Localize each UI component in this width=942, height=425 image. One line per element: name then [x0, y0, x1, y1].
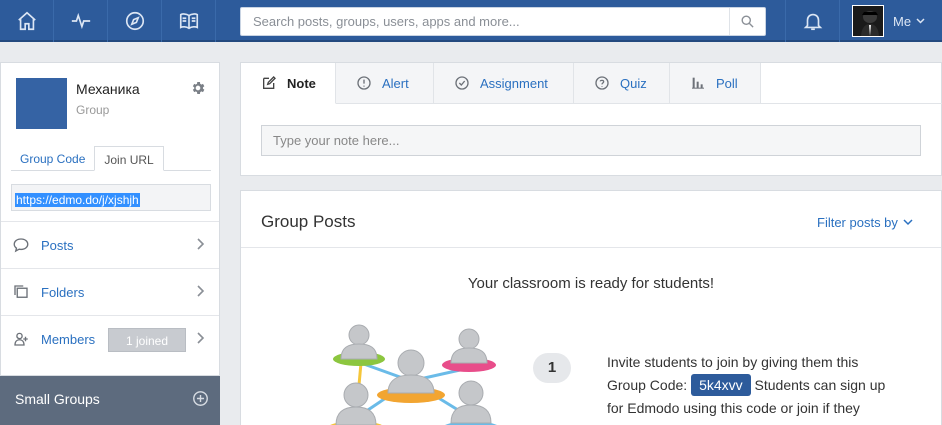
joined-count-badge: 1 joined [108, 328, 186, 352]
sidebar-item-posts[interactable]: Posts [1, 221, 219, 268]
composer-tabs: Note Alert Assignment Quiz Poll [241, 63, 761, 104]
tab-label: Quiz [620, 75, 647, 91]
members-icon [1, 330, 41, 348]
invite-instructions: Invite students to join by giving them t… [607, 351, 887, 425]
students-network-illustration [330, 324, 497, 425]
tab-assignment[interactable]: Assignment [434, 63, 574, 104]
avatar [852, 5, 884, 37]
search-box [240, 7, 766, 36]
note-edit-icon [263, 76, 276, 89]
chevron-down-icon [903, 219, 913, 226]
tab-label: Assignment [480, 75, 548, 91]
sidebar-item-members[interactable]: Members 1 joined [1, 315, 219, 362]
sidebar-item-label: Members [41, 331, 96, 347]
gear-icon[interactable] [190, 80, 206, 96]
search-icon[interactable] [729, 8, 765, 35]
sidebar-item-label: Posts [41, 237, 74, 253]
speech-bubble-icon [1, 236, 41, 254]
add-circle-icon[interactable] [192, 390, 209, 407]
group-sidebar: Механика Group Group Code Join URL https… [0, 62, 220, 376]
tab-quiz[interactable]: Quiz [574, 63, 670, 104]
filter-label: Filter posts by [817, 215, 898, 230]
sidebar-item-label: Folders [41, 284, 85, 300]
compass-icon[interactable] [108, 0, 162, 42]
code-tabs: Group Code Join URL [11, 146, 211, 171]
chevron-right-icon [197, 332, 205, 344]
me-label[interactable]: Me [893, 14, 911, 29]
chevron-right-icon [197, 238, 205, 250]
tab-join-url[interactable]: Join URL [94, 146, 164, 171]
alert-icon [357, 76, 371, 90]
tab-alert[interactable]: Alert [336, 63, 434, 104]
step-number: 1 [533, 353, 571, 383]
check-circle-icon [455, 76, 469, 90]
note-input[interactable] [261, 125, 921, 156]
book-icon[interactable] [162, 0, 216, 42]
home-icon[interactable] [0, 0, 54, 42]
post-composer: Note Alert Assignment Quiz Poll [240, 62, 942, 176]
group-posts-panel: Group Posts Filter posts by Your classro… [240, 190, 942, 425]
chevron-right-icon [197, 285, 205, 297]
panel-title: Group Posts [261, 212, 356, 231]
top-navigation-bar: Me [0, 0, 942, 42]
tab-label: Note [287, 75, 316, 91]
tab-poll[interactable]: Poll [670, 63, 761, 104]
search-input[interactable] [241, 8, 725, 35]
classroom-ready-message: Your classroom is ready for students! [467, 275, 715, 292]
divider [241, 247, 941, 248]
small-groups-header[interactable]: Small Groups [0, 376, 220, 425]
activity-icon[interactable] [54, 0, 108, 42]
join-url-text[interactable]: https://edmo.do/j/xjshjh [15, 193, 140, 207]
small-groups-label: Small Groups [15, 391, 100, 407]
tab-note[interactable]: Note [241, 63, 336, 104]
sidebar-item-folders[interactable]: Folders [1, 268, 219, 315]
join-url-field[interactable]: https://edmo.do/j/xjshjh [11, 184, 211, 211]
folders-icon [1, 283, 41, 301]
group-type: Group [76, 103, 110, 117]
question-circle-icon [595, 76, 609, 90]
tabs-spacer [761, 63, 942, 104]
tab-label: Alert [382, 75, 409, 91]
tab-group-code[interactable]: Group Code [11, 146, 94, 171]
group-avatar[interactable] [16, 78, 67, 129]
filter-posts-dropdown[interactable]: Filter posts by [817, 215, 913, 230]
tab-label: Poll [716, 75, 738, 91]
bell-icon[interactable] [785, 0, 840, 42]
user-menu[interactable]: Me [852, 5, 925, 37]
chevron-down-icon[interactable] [916, 18, 925, 24]
group-name[interactable]: Механика [76, 81, 140, 97]
group-code-badge[interactable]: 5k4xvv [691, 374, 751, 396]
bar-chart-icon [692, 77, 704, 89]
